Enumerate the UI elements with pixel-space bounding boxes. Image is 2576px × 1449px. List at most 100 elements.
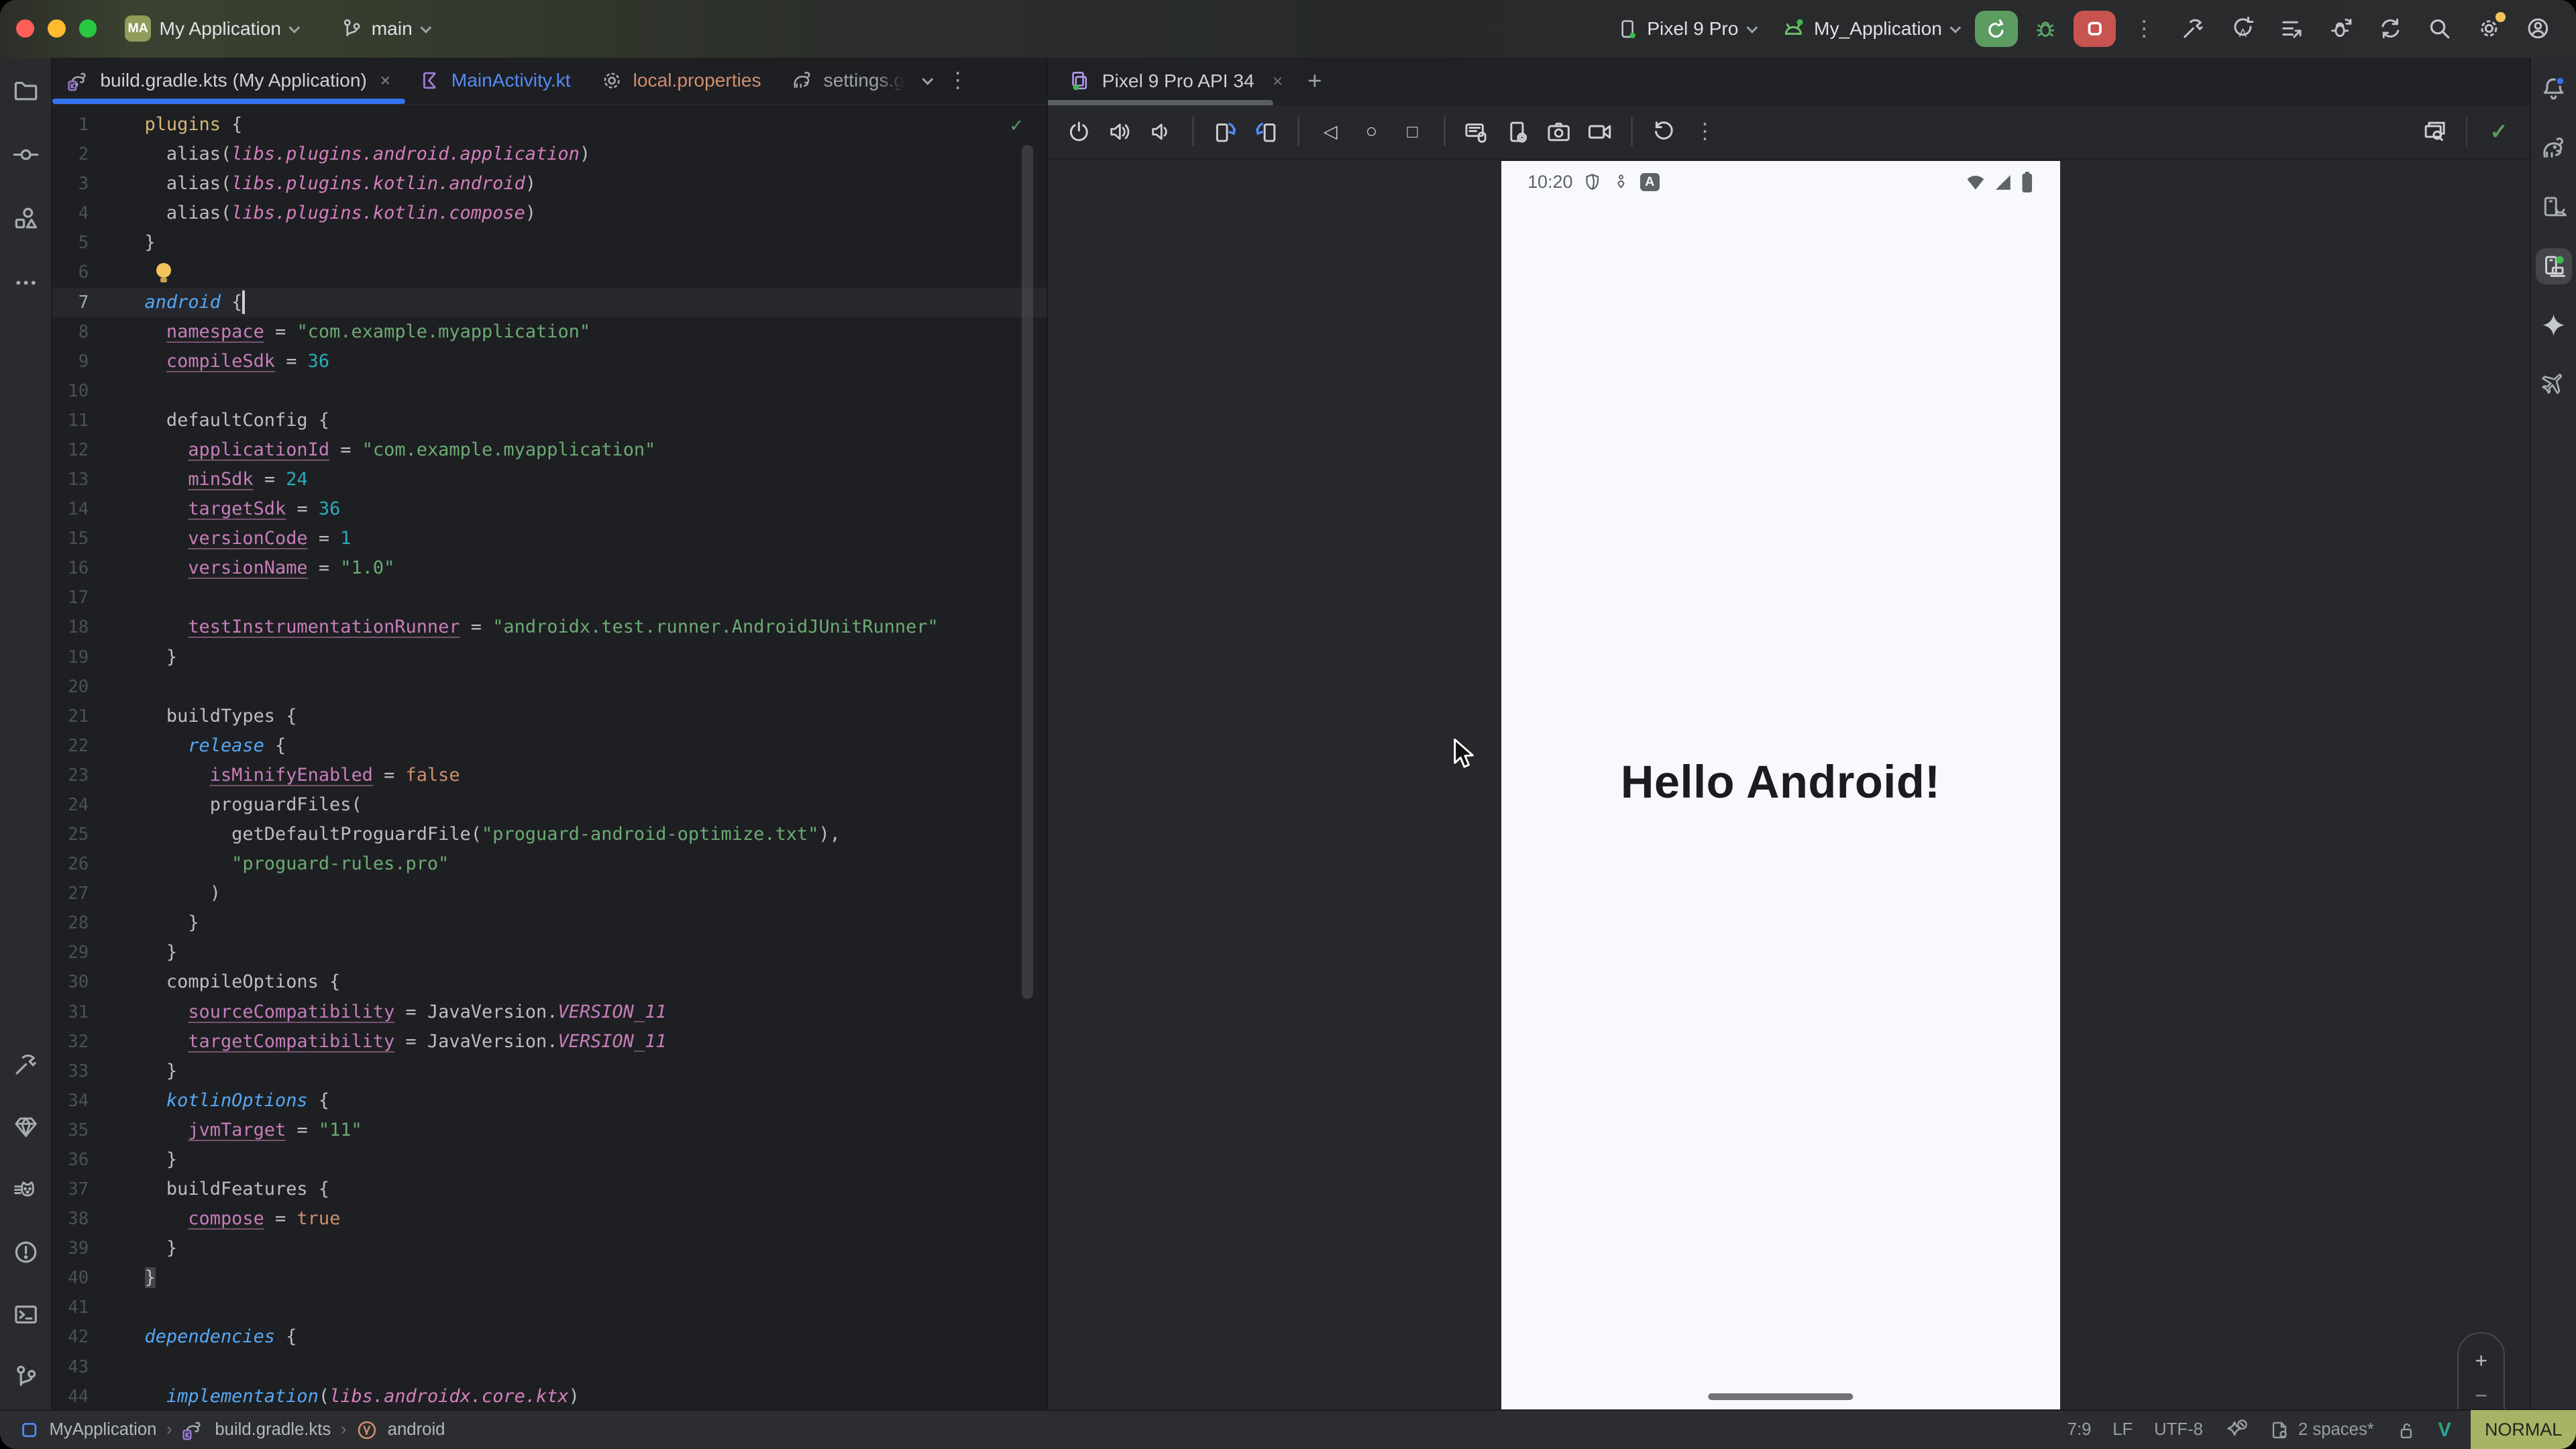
tab-settings-gradle[interactable]: settings.g [776, 58, 920, 104]
code-line[interactable]: 24 proguardFiles( [52, 790, 1046, 820]
code-line[interactable]: 7android { [52, 288, 1046, 317]
code-line[interactable]: 31 sourceCompatibility = JavaVersion.VER… [52, 998, 1046, 1027]
code-line[interactable]: 1plugins { [52, 110, 1046, 140]
tab-build-gradle-kts[interactable]: build.gradle.kts (My Application) × [52, 58, 405, 104]
code-line[interactable]: 34 kotlinOptions { [52, 1086, 1046, 1116]
code-line[interactable]: 10 [52, 376, 1046, 406]
screenshot-button[interactable] [1541, 113, 1577, 150]
code-line[interactable]: 17 [52, 583, 1046, 612]
cursor-position-widget[interactable]: 7:9 [2068, 1420, 2092, 1440]
device-tab-label[interactable]: Pixel 9 Pro API 34 [1102, 70, 1254, 92]
android-home-button[interactable]: ○ [1353, 113, 1389, 150]
gem-tool-button[interactable] [7, 1109, 44, 1145]
zoom-window-button[interactable] [79, 19, 97, 38]
rerun-button[interactable] [1975, 11, 2018, 47]
intention-bulb-icon[interactable] [156, 263, 171, 278]
code-line[interactable]: 27 ) [52, 879, 1046, 908]
code-line[interactable]: 5} [52, 228, 1046, 258]
unlocked-icon[interactable] [2396, 1419, 2417, 1441]
code-line[interactable]: 38 compose = true [52, 1204, 1046, 1234]
code-line[interactable]: 3 alias(libs.plugins.kotlin.android) [52, 169, 1046, 199]
android-back-button[interactable]: ◁ [1312, 113, 1348, 150]
screen-record-button[interactable] [1582, 113, 1618, 150]
search-everywhere-button[interactable] [2418, 9, 2461, 48]
resource-manager-tool-button[interactable] [7, 201, 44, 237]
attach-debugger-button[interactable] [2320, 9, 2363, 48]
code-line[interactable]: 33 } [52, 1057, 1046, 1086]
code-line[interactable]: 18 testInstrumentationRunner = "androidx… [52, 612, 1046, 642]
close-window-button[interactable] [16, 19, 34, 38]
code-line[interactable]: 32 targetCompatibility = JavaVersion.VER… [52, 1027, 1046, 1057]
layout-inspector-toggle[interactable] [2417, 113, 2453, 150]
code-line[interactable]: 20 [52, 672, 1046, 702]
device-screen[interactable]: 10:20 A Hello Android! [1501, 161, 2060, 1409]
vim-mode-badge[interactable]: NORMAL [2471, 1410, 2576, 1449]
new-device-tab-icon[interactable]: + [1307, 67, 1322, 95]
device-selector[interactable]: Pixel 9 Pro [1606, 12, 1765, 45]
code-line[interactable]: 28 } [52, 908, 1046, 938]
code-line[interactable]: 29 } [52, 938, 1046, 967]
code-line[interactable]: 11 defaultConfig { [52, 406, 1046, 435]
breadcrumb-element[interactable]: android [388, 1420, 445, 1440]
code-line[interactable]: 14 targetSdk = 36 [52, 494, 1046, 524]
code-line[interactable]: 16 versionName = "1.0" [52, 553, 1046, 583]
tab-list-chevron-icon[interactable] [922, 74, 933, 85]
code-line[interactable]: 42dependencies { [52, 1322, 1046, 1352]
code-line[interactable]: 41 [52, 1293, 1046, 1322]
code-line[interactable]: 13 minSdk = 24 [52, 465, 1046, 494]
vcs-branch-widget[interactable]: main [331, 12, 439, 45]
gesture-navigation-handle[interactable] [1708, 1393, 1853, 1400]
breadcrumb-project[interactable]: MyApplication [49, 1420, 156, 1440]
debug-button[interactable] [2024, 9, 2067, 48]
tab-options-kebab-icon[interactable]: ⋮ [947, 70, 969, 91]
stop-button[interactable] [2074, 11, 2116, 47]
code-line[interactable]: 26 "proguard-rules.pro" [52, 849, 1046, 879]
zoom-in-button[interactable]: + [2475, 1350, 2487, 1372]
problems-tool-button[interactable] [7, 1234, 44, 1270]
terminal-tool-button[interactable] [7, 1296, 44, 1332]
encoding-widget[interactable]: UTF-8 [2154, 1420, 2203, 1440]
minimize-window-button[interactable] [48, 19, 66, 38]
more-tool-windows-button[interactable] [7, 264, 44, 301]
code-line[interactable]: 9 compileSdk = 36 [52, 347, 1046, 376]
gradle-tool-button[interactable] [2536, 129, 2572, 166]
code-line[interactable]: 39 } [52, 1234, 1046, 1263]
notifications-tool-button[interactable] [2536, 70, 2572, 107]
close-tab-icon[interactable]: × [380, 70, 390, 91]
breadcrumb-file[interactable]: build.gradle.kts [215, 1420, 331, 1440]
settings-button[interactable] [2467, 9, 2510, 48]
apply-changes-button[interactable]: A [2221, 9, 2264, 48]
device-settings-button[interactable] [1499, 113, 1536, 150]
code-line[interactable]: 12 applicationId = "com.example.myapplic… [52, 435, 1046, 465]
power-button[interactable] [1061, 113, 1097, 150]
rotate-left-button[interactable] [1207, 113, 1243, 150]
device-more-button[interactable]: ⋮ [1686, 113, 1723, 150]
indent-widget[interactable]: 2 spaces* [2269, 1419, 2374, 1441]
code-line[interactable]: 6 [52, 258, 1046, 287]
code-line[interactable]: 25 getDefaultProguardFile("proguard-andr… [52, 820, 1046, 849]
profiler-button[interactable] [2271, 9, 2314, 48]
app-insights-tool-button[interactable] [2536, 366, 2572, 402]
code-line[interactable]: 2 alias(libs.plugins.android.application… [52, 140, 1046, 169]
code-line[interactable]: 40} [52, 1263, 1046, 1293]
build-tool-button[interactable] [7, 1046, 44, 1083]
code-line[interactable]: 37 buildFeatures { [52, 1175, 1046, 1204]
code-line[interactable]: 8 namespace = "com.example.myapplication… [52, 317, 1046, 347]
code-line[interactable]: 22 release { [52, 731, 1046, 761]
zoom-out-button[interactable]: − [2475, 1385, 2487, 1407]
project-tool-button[interactable] [7, 72, 44, 109]
gemini-tool-button[interactable] [2536, 307, 2572, 343]
hardware-input-button[interactable] [1458, 113, 1495, 150]
project-widget[interactable]: MA My Application [115, 11, 307, 47]
device-ui-check-icon[interactable]: ✓ [2481, 113, 2517, 150]
ideavim-icon[interactable]: V [2438, 1419, 2451, 1442]
account-button[interactable] [2517, 9, 2560, 48]
running-devices-tool-button[interactable] [2536, 248, 2572, 284]
sync-project-button[interactable] [2369, 9, 2412, 48]
build-button[interactable] [2172, 9, 2215, 48]
close-device-tab-icon[interactable]: × [1273, 71, 1283, 92]
volume-down-button[interactable] [1143, 113, 1179, 150]
tab-local-properties[interactable]: local.properties [586, 58, 776, 104]
code-line[interactable]: 19 } [52, 643, 1046, 672]
code-line[interactable]: 36 } [52, 1145, 1046, 1175]
